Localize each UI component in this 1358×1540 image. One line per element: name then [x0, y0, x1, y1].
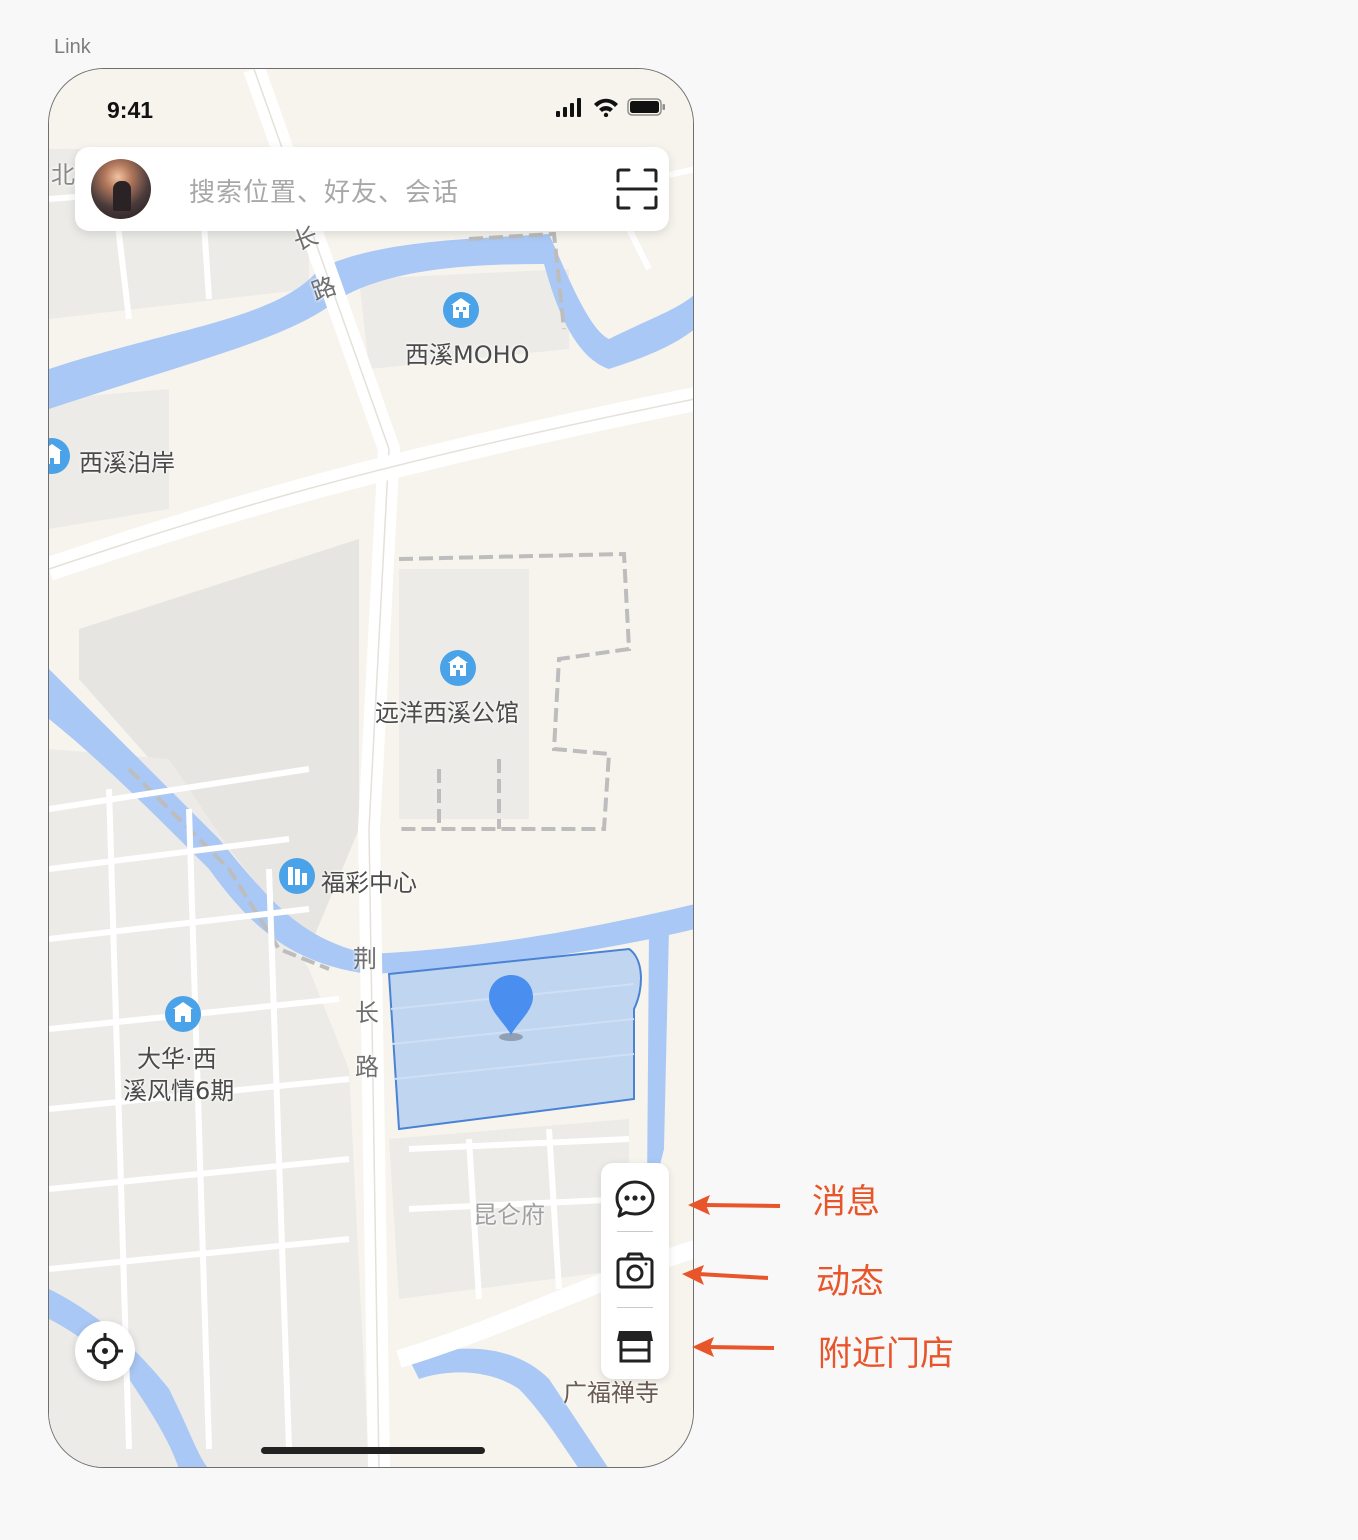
scan-icon[interactable] — [615, 167, 659, 211]
message-icon[interactable] — [613, 1177, 657, 1221]
poi-label[interactable]: 西溪泊岸 — [79, 443, 175, 478]
road-char: 荆 — [353, 945, 377, 973]
crosshair-icon — [87, 1333, 123, 1369]
camera-icon[interactable] — [613, 1249, 657, 1293]
building-icon[interactable] — [164, 995, 202, 1033]
avatar[interactable] — [91, 159, 151, 219]
poi-label[interactable]: 昆仑府 — [473, 1195, 545, 1230]
wifi-icon — [594, 98, 618, 117]
office-building-icon[interactable] — [278, 857, 316, 895]
poi-label[interactable]: 远洋西溪公馆 — [375, 693, 519, 728]
panel-divider — [617, 1231, 653, 1232]
arrow-icon — [692, 1337, 775, 1357]
annotation-label: 消息 — [812, 1182, 880, 1222]
home-indicator[interactable] — [261, 1447, 485, 1454]
edge-label: 北 — [51, 161, 75, 189]
search-bar[interactable]: 搜索位置、好友、会话 — [75, 147, 669, 231]
locate-button[interactable] — [75, 1321, 135, 1381]
frame-label: Link — [54, 36, 91, 58]
building-icon[interactable] — [442, 291, 480, 329]
building-icon[interactable] — [439, 649, 477, 687]
poi-label[interactable]: 溪风情6期 — [123, 1071, 234, 1106]
annotation-label: 动态 — [816, 1262, 884, 1302]
road-char: 路 — [355, 1053, 379, 1081]
search-input[interactable]: 搜索位置、好友、会话 — [189, 172, 459, 209]
poi-label[interactable]: 西溪MOHO — [405, 335, 530, 370]
side-action-panel — [601, 1163, 669, 1379]
store-icon[interactable] — [613, 1323, 657, 1367]
poi-label[interactable]: 福彩中心 — [321, 863, 417, 898]
status-icons — [555, 97, 667, 117]
phone-screen: 9:41 搜索位置、好友、会话 北 长 路 荆 长 路 西溪MOHO 西溪泊岸 … — [48, 68, 694, 1468]
signal-icon — [556, 98, 581, 117]
annotation-label: 附近门店 — [818, 1334, 954, 1374]
status-time: 9:41 — [107, 97, 154, 123]
map-canvas[interactable] — [49, 69, 694, 1468]
panel-divider — [617, 1307, 653, 1308]
location-pin-icon[interactable] — [485, 971, 537, 1043]
battery-icon — [627, 98, 665, 116]
road-char: 长 — [355, 999, 379, 1027]
arrow-icon — [682, 1265, 769, 1285]
building-icon[interactable] — [48, 437, 71, 475]
arrow-icon — [688, 1195, 781, 1215]
poi-label[interactable]: 大华·西 — [137, 1039, 217, 1074]
